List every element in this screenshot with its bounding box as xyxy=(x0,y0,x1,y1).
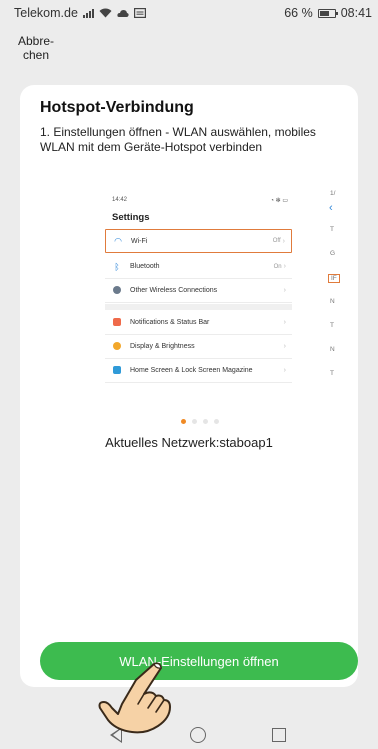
chevron-left-icon: ‹ xyxy=(329,202,333,214)
clock: 08:41 xyxy=(340,6,372,20)
status-bar: Telekom.de 66 % 08:41 xyxy=(0,0,378,26)
bluetooth-icon: ᛒ xyxy=(114,261,120,272)
preview-time: 14:42 xyxy=(112,197,128,203)
home-icon[interactable] xyxy=(190,727,206,743)
navigation-bar xyxy=(0,722,378,749)
preview-row-value: On xyxy=(273,263,282,270)
preview-row-display: Display & Brightness › xyxy=(105,335,292,359)
chevron-right-icon: › xyxy=(283,343,286,350)
card-title: Hotspot-Verbindung xyxy=(40,99,194,116)
preview-status-bar: 14:42 ◔ ✻ ▭ xyxy=(112,197,288,204)
preview-row-value: Off xyxy=(272,238,281,244)
preview-status-icons: ◔ ✻ ▭ xyxy=(270,198,288,204)
carousel-dot[interactable] xyxy=(181,419,186,424)
chevron-right-icon: › xyxy=(283,287,286,294)
peek-text: G xyxy=(330,250,336,257)
preview-separator xyxy=(105,304,292,310)
peek-text: N xyxy=(330,298,335,305)
preview-row-notifications: Notifications & Status Bar › xyxy=(105,311,292,335)
preview-row-label: Display & Brightness xyxy=(130,343,195,350)
chevron-right-icon: › xyxy=(283,319,286,326)
battery-percent: 66 % xyxy=(284,6,313,20)
notifications-icon xyxy=(111,317,123,328)
preview-title: Settings xyxy=(112,212,150,223)
carousel-dot[interactable] xyxy=(203,419,208,424)
preview-row-label: Wi-Fi xyxy=(131,237,148,245)
chevron-right-icon: › xyxy=(283,367,286,374)
open-wlan-settings-button[interactable]: WLAN-Einstellungen öffnen xyxy=(40,642,358,680)
homescreen-icon xyxy=(111,365,123,376)
connections-icon xyxy=(111,285,123,296)
current-network-text: Aktuelles Netzwerk:staboap1 xyxy=(105,435,273,450)
next-slide-peek[interactable]: 1/ ‹ T G IF N T N T xyxy=(322,190,358,380)
settings-preview-image: 14:42 ◔ ✻ ▭ Settings ◠ Wi-Fi Off › ᛒ Blu… xyxy=(102,188,298,433)
preview-row-wifi: ◠ Wi-Fi Off › xyxy=(105,229,292,253)
carousel-dot[interactable] xyxy=(192,419,197,424)
preview-row-homescreen: Home Screen & Lock Screen Magazine › xyxy=(105,359,292,383)
display-icon xyxy=(111,341,123,352)
chevron-right-icon: › xyxy=(283,263,286,270)
preview-row-label: Bluetooth xyxy=(130,263,160,270)
hotspot-card: Hotspot-Verbindung 1. Einstellungen öffn… xyxy=(20,85,358,687)
peek-text: N xyxy=(330,346,335,353)
preview-row-other-connections: Other Wireless Connections › xyxy=(105,279,292,303)
peek-text: T xyxy=(330,322,334,329)
wifi-icon xyxy=(99,8,112,18)
preview-row-bluetooth: ᛒ Bluetooth On › xyxy=(105,255,292,279)
carrier-name: Telekom.de xyxy=(14,6,78,20)
wifi-icon: ◠ xyxy=(114,235,122,246)
peek-highlight: IF xyxy=(328,274,340,283)
chevron-right-icon: › xyxy=(282,237,285,245)
message-icon xyxy=(133,8,146,18)
carousel-dot[interactable] xyxy=(214,419,219,424)
signal-icon xyxy=(82,8,94,18)
recents-icon[interactable] xyxy=(272,728,286,742)
carousel-indicator[interactable] xyxy=(102,419,298,424)
preview-row-label: Home Screen & Lock Screen Magazine xyxy=(130,367,253,374)
peek-text: T xyxy=(330,370,334,377)
preview-row-label: Notifications & Status Bar xyxy=(130,319,210,326)
preview-row-label: Other Wireless Connections xyxy=(130,287,218,294)
peek-text: T xyxy=(330,226,334,233)
tap-hand-icon xyxy=(98,662,171,734)
cloud-icon xyxy=(117,9,129,17)
battery-icon xyxy=(317,8,338,18)
cancel-button[interactable]: Abbre- chen xyxy=(16,34,56,62)
peek-status: 1/ xyxy=(330,190,336,197)
instructions-text: 1. Einstellungen öffnen - WLAN auswählen… xyxy=(40,125,316,154)
